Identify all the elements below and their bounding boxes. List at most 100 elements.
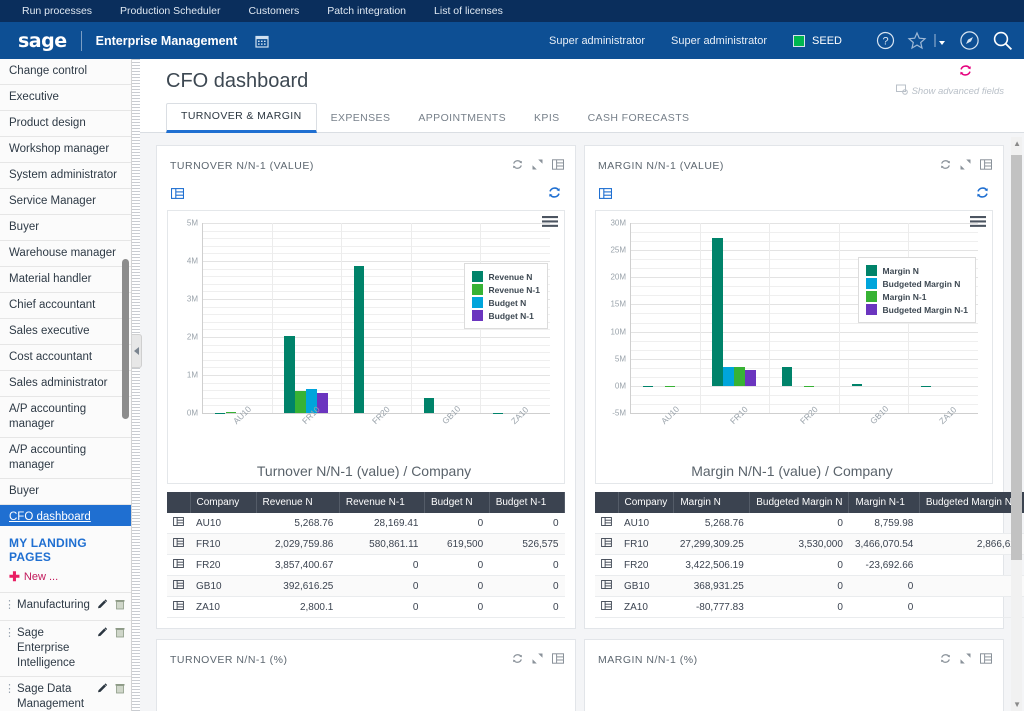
chart-bar[interactable] [723, 367, 733, 386]
chevron-down-icon[interactable] [933, 31, 947, 50]
chart-bar[interactable] [734, 367, 744, 386]
legend-item[interactable]: Budget N [472, 297, 541, 308]
table-header-budget-n1[interactable]: Budget N-1 [489, 492, 564, 513]
row-detail-icon[interactable] [167, 555, 190, 576]
legend-item[interactable]: Margin N [866, 265, 968, 276]
sidebar-item-sales-executive[interactable]: Sales executive [0, 319, 131, 345]
legend-item[interactable]: Revenue N [472, 271, 541, 282]
sidebar-item-ap-accounting-manager-2[interactable]: A/P accounting manager [0, 438, 131, 479]
table-header-budgeted-margin-n1[interactable]: Budgeted Margin N-1 [919, 492, 1024, 513]
table-header-margin-n1[interactable]: Margin N-1 [849, 492, 919, 513]
delete-icon[interactable] [115, 627, 125, 643]
utility-item-patch-integration[interactable]: Patch integration [313, 0, 420, 22]
search-icon[interactable] [992, 30, 1014, 52]
table-row[interactable]: AU105,268.7628,169.4100 [167, 513, 565, 534]
chart-bar[interactable] [284, 336, 294, 413]
tab-kpis[interactable]: KPIS [520, 106, 574, 132]
user-secondary[interactable]: Super administrator [671, 35, 767, 47]
row-detail-icon[interactable] [167, 534, 190, 555]
chart-bar[interactable] [921, 386, 931, 387]
table-header-revenue-n1[interactable]: Revenue N-1 [339, 492, 424, 513]
utility-item-production-scheduler[interactable]: Production Scheduler [106, 0, 234, 22]
table-row[interactable]: FR203,422,506.190-23,692.660 [595, 555, 1024, 576]
sage-logo[interactable]: sage [18, 30, 67, 52]
sidebar-item-executive[interactable]: Executive [0, 85, 131, 111]
legend-item[interactable]: Budgeted Margin N [866, 278, 968, 289]
legend-item[interactable]: Budgeted Margin N-1 [866, 304, 968, 315]
sidebar-item-buyer-2[interactable]: Buyer [0, 479, 131, 505]
table-row[interactable]: FR203,857,400.67000 [167, 555, 565, 576]
refresh-icon[interactable] [512, 157, 523, 175]
tab-appointments[interactable]: APPOINTMENTS [404, 106, 520, 132]
refresh-icon[interactable] [959, 64, 1004, 82]
delete-icon[interactable] [115, 683, 125, 699]
table-view-icon[interactable] [171, 186, 184, 204]
delete-icon[interactable] [115, 599, 125, 615]
refresh-icon[interactable] [940, 651, 951, 669]
sidebar-item-change-control[interactable]: Change control [0, 59, 131, 85]
expand-icon[interactable] [960, 651, 971, 669]
expand-icon[interactable] [532, 157, 543, 175]
drag-handle-icon[interactable]: ⋮ [4, 626, 14, 641]
legend-item[interactable]: Revenue N-1 [472, 284, 541, 295]
sidebar-item-chief-accountant[interactable]: Chief accountant [0, 293, 131, 319]
sidebar-item-warehouse-manager[interactable]: Warehouse manager [0, 241, 131, 267]
star-icon[interactable] [907, 31, 927, 50]
expand-icon[interactable] [532, 651, 543, 669]
grid-icon[interactable] [980, 651, 992, 669]
row-detail-icon[interactable] [595, 555, 618, 576]
table-header-company[interactable]: Company [190, 492, 256, 513]
refresh-icon[interactable] [976, 186, 989, 204]
show-advanced-fields-button[interactable]: Show advanced fields [896, 84, 1004, 98]
user-primary[interactable]: Super administrator [549, 35, 645, 47]
utility-item-run-processes[interactable]: Run processes [8, 0, 106, 22]
drag-handle-icon[interactable]: ⋮ [4, 682, 14, 697]
table-row[interactable]: ZA102,800.1000 [167, 597, 565, 618]
sidebar-item-product-design[interactable]: Product design [0, 111, 131, 137]
new-landing-page-button[interactable]: ✚ New ... [0, 569, 131, 592]
grid-icon[interactable] [980, 157, 992, 175]
row-detail-icon[interactable] [167, 597, 190, 618]
chart-bar[interactable] [712, 238, 722, 386]
sidebar-item-workshop-manager[interactable]: Workshop manager [0, 137, 131, 163]
table-row[interactable]: ZA10-80,777.83000 [595, 597, 1024, 618]
tab-expenses[interactable]: EXPENSES [317, 106, 405, 132]
chart-bar[interactable] [665, 386, 675, 387]
table-row[interactable]: FR102,029,759.86580,861.11619,500526,575 [167, 534, 565, 555]
calendar-icon[interactable] [255, 34, 269, 48]
refresh-icon[interactable] [512, 651, 523, 669]
table-header-margin-n[interactable]: Margin N [674, 492, 750, 513]
table-row[interactable]: FR1027,299,309.253,530,0003,466,070.542,… [595, 534, 1024, 555]
row-detail-icon[interactable] [167, 513, 190, 534]
landing-page-item-sage-enterprise-intelligence[interactable]: ⋮ Sage Enterprise Intelligence [0, 620, 131, 676]
table-row[interactable]: GB10368,931.25000 [595, 576, 1024, 597]
chart-bar[interactable] [226, 412, 236, 413]
drag-handle-icon[interactable]: ⋮ [4, 598, 14, 613]
landing-page-item-sage-data-management-and-analytics[interactable]: ⋮ Sage Data Management and Analytics [0, 676, 131, 711]
main-scrollbar-thumb[interactable] [1011, 155, 1022, 560]
row-detail-icon[interactable] [167, 576, 190, 597]
chart-bar[interactable] [295, 391, 305, 413]
chart-bar[interactable] [804, 386, 814, 387]
row-detail-icon[interactable] [595, 534, 618, 555]
utility-item-list-of-licenses[interactable]: List of licenses [420, 0, 517, 22]
sidebar-item-cost-accountant[interactable]: Cost accountant [0, 345, 131, 371]
chart-bar[interactable] [745, 370, 755, 386]
sidebar-item-ap-accounting-manager-1[interactable]: A/P accounting manager [0, 397, 131, 438]
compass-icon[interactable] [959, 30, 980, 51]
table-row[interactable]: GB10392,616.25000 [167, 576, 565, 597]
sidebar-item-system-administrator[interactable]: System administrator [0, 163, 131, 189]
chart-bar[interactable] [852, 384, 862, 386]
folder-badge[interactable]: SEED [793, 35, 842, 47]
sidebar-collapse-handle[interactable] [132, 334, 142, 368]
grid-icon[interactable] [552, 651, 564, 669]
sidebar-item-cfo-dashboard[interactable]: CFO dashboard [0, 505, 131, 526]
sidebar-item-service-manager[interactable]: Service Manager [0, 189, 131, 215]
refresh-icon[interactable] [548, 186, 561, 204]
chart-bar[interactable] [215, 413, 225, 414]
expand-icon[interactable] [960, 157, 971, 175]
sidebar-item-sales-administrator[interactable]: Sales administrator [0, 371, 131, 397]
edit-icon[interactable] [97, 683, 108, 699]
row-detail-icon[interactable] [595, 576, 618, 597]
row-detail-icon[interactable] [595, 597, 618, 618]
